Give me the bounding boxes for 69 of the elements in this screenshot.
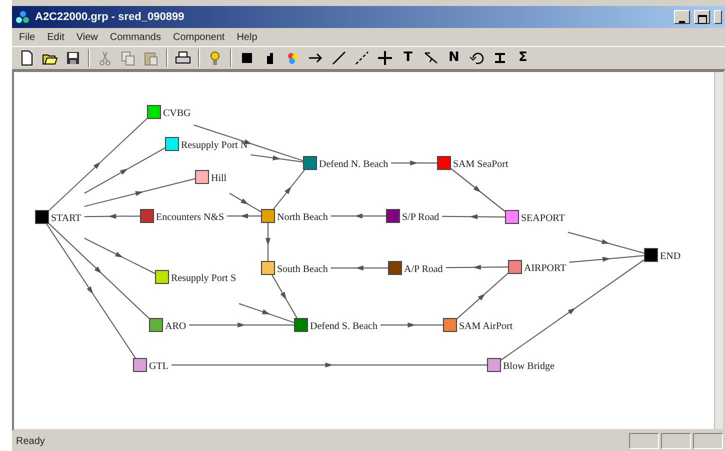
node-square[interactable]: [303, 156, 317, 170]
arrow: [330, 266, 388, 270]
menu-item[interactable]: Edit: [42, 30, 70, 44]
window-title: A2C22000.grp - sred_090899: [35, 10, 184, 25]
node-square[interactable]: [294, 318, 308, 332]
arrow: [273, 170, 305, 210]
menu-item[interactable]: Help: [232, 30, 262, 44]
arrow: [330, 214, 386, 218]
node-label: North Beach: [277, 212, 328, 223]
node-square[interactable]: [165, 137, 179, 151]
node-square[interactable]: [437, 156, 451, 170]
node-square[interactable]: [487, 358, 501, 372]
status-pane: [693, 433, 723, 449]
node-label: Defend N. Beach: [319, 159, 388, 170]
node-label: A/P Road: [404, 264, 443, 275]
menu-item[interactable]: View: [71, 30, 103, 44]
node-square[interactable]: [149, 318, 163, 332]
node-label: Hill: [211, 173, 227, 184]
node-square[interactable]: [147, 105, 161, 119]
scrollbar[interactable]: [714, 72, 723, 429]
toolbar-button[interactable]: N: [443, 48, 465, 68]
node-label: AIRPORT: [524, 263, 566, 274]
toolbar-button[interactable]: T: [397, 48, 419, 68]
node-label: END: [660, 251, 681, 262]
node-label: SEAPORT: [521, 213, 565, 224]
status-text: Ready: [15, 434, 46, 448]
status-pane: [661, 433, 691, 449]
node-label: ARO: [165, 321, 186, 332]
node-square[interactable]: [133, 358, 147, 372]
node-square[interactable]: [508, 260, 522, 274]
node-square[interactable]: [261, 261, 275, 275]
menu-item[interactable]: Commands: [104, 30, 166, 44]
node-label: SAM AirPort: [459, 321, 513, 332]
app-icon: [15, 10, 31, 24]
node-label: Encounters N&S: [156, 212, 224, 223]
node-square[interactable]: [386, 209, 400, 223]
node-label: S/P Road: [402, 212, 440, 223]
menu-item[interactable]: Component: [168, 30, 230, 44]
arrow: [450, 168, 506, 212]
node-square[interactable]: [644, 248, 658, 262]
node-square[interactable]: [443, 318, 457, 332]
arrow: [84, 214, 140, 219]
maximize-button[interactable]: [694, 10, 710, 24]
arrow: [390, 160, 438, 166]
node-label: South Beach: [277, 264, 328, 275]
node-label: GTL: [149, 361, 168, 372]
node-square[interactable]: [388, 261, 402, 275]
node-label: Resupply Port S: [171, 273, 236, 284]
node-label: Blow Bridge: [503, 361, 554, 372]
node-label: CVBG: [163, 108, 191, 119]
arrow: [380, 322, 444, 328]
node-label: SAM SeaPort: [453, 159, 508, 170]
arrow: [442, 214, 506, 220]
node-square[interactable]: [195, 170, 209, 184]
node-label: Resupply Port N: [181, 140, 248, 151]
node-label: START: [51, 213, 82, 224]
node-square[interactable]: [505, 210, 519, 224]
node-square[interactable]: [35, 210, 49, 224]
close-button[interactable]: [714, 10, 722, 24]
toolbar-button[interactable]: Σ: [512, 48, 534, 68]
node-square[interactable]: [155, 270, 169, 284]
status-pane: [629, 433, 659, 449]
menu-item[interactable]: File: [14, 30, 40, 44]
arrow: [266, 222, 270, 262]
maximize-icon: [698, 14, 706, 24]
node-square[interactable]: [261, 209, 275, 223]
node-label: Defend S. Beach: [310, 321, 378, 332]
node-square[interactable]: [140, 209, 154, 223]
minimize-button[interactable]: [674, 10, 690, 24]
